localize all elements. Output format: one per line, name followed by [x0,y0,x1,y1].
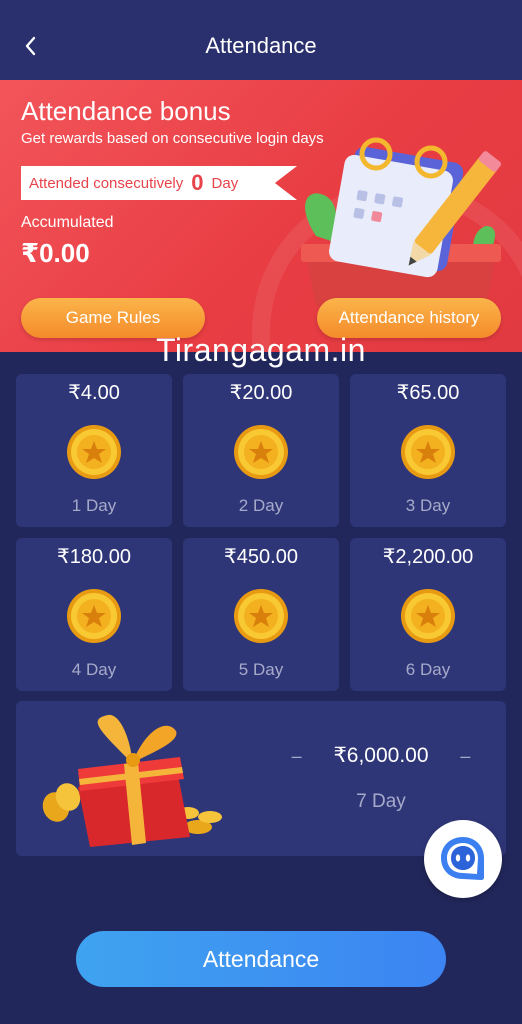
day-card-6[interactable]: ₹2,200.00 6 Day [350,538,506,691]
day-card-2[interactable]: ₹20.00 2 Day [183,374,339,527]
day-card-1[interactable]: ₹4.00 1 Day [16,374,172,527]
star-coin-icon [67,425,121,479]
chat-bubble-icon[interactable] [437,833,489,885]
banner-title: Attendance bonus [21,96,231,126]
day-label: 1 Day [71,496,117,515]
banner-subtitle: Get rewards based on consecutive login d… [21,130,324,147]
final-amount-row: – ₹6,000.00 – [286,743,476,768]
star-coin-icon [234,589,288,643]
day-amount: ₹450.00 [224,546,298,568]
star-coin-icon [234,425,288,479]
accumulated-value: ₹0.00 [21,238,90,268]
day-amount: ₹2,200.00 [382,546,474,568]
day-amount: ₹20.00 [229,382,293,404]
star-coin-icon [67,589,121,643]
dash-right: – [460,746,471,766]
day-label: 3 Day [405,496,451,515]
day-amount: ₹180.00 [57,546,131,568]
final-day-amount: ₹6,000.00 [333,744,429,767]
day-amount: ₹4.00 [68,382,120,404]
day-card-3[interactable]: ₹65.00 3 Day [350,374,506,527]
watermark-text: Tirangagam.in [156,332,366,368]
consecutive-prefix: Attended consecutively [29,174,184,192]
day-card-5[interactable]: ₹450.00 5 Day [183,538,339,691]
gift-box-icon [42,714,222,847]
day-label: 5 Day [238,660,284,679]
day-label: 4 Day [71,660,117,679]
final-day-label: 7 Day [356,791,406,812]
day-amount: ₹65.00 [396,382,460,404]
reward-grid: ₹4.00 1 Day ₹20.00 2 Day ₹65.00 3 Day ₹1… [16,374,506,691]
star-coin-icon [401,589,455,643]
star-coin-icon [401,425,455,479]
customer-service-button[interactable] [424,820,502,898]
day-label: 6 Day [405,660,451,679]
consecutive-days-box: Attended consecutively 0 Day [21,166,297,200]
dash-left: – [291,746,302,766]
top-bar: Attendance [0,0,522,80]
page-title: Attendance [205,33,317,58]
day-card-4[interactable]: ₹180.00 4 Day [16,538,172,691]
consecutive-suffix: Day [211,174,239,192]
attendance-banner: Attendance bonus Get rewards based on co… [0,80,522,352]
attendance-button[interactable]: Attendance [76,931,446,987]
calendar-pencil-icon [301,137,502,306]
accumulated-label: Accumulated [21,214,114,231]
consecutive-count: 0 [191,170,204,195]
day-label: 2 Day [238,496,284,515]
